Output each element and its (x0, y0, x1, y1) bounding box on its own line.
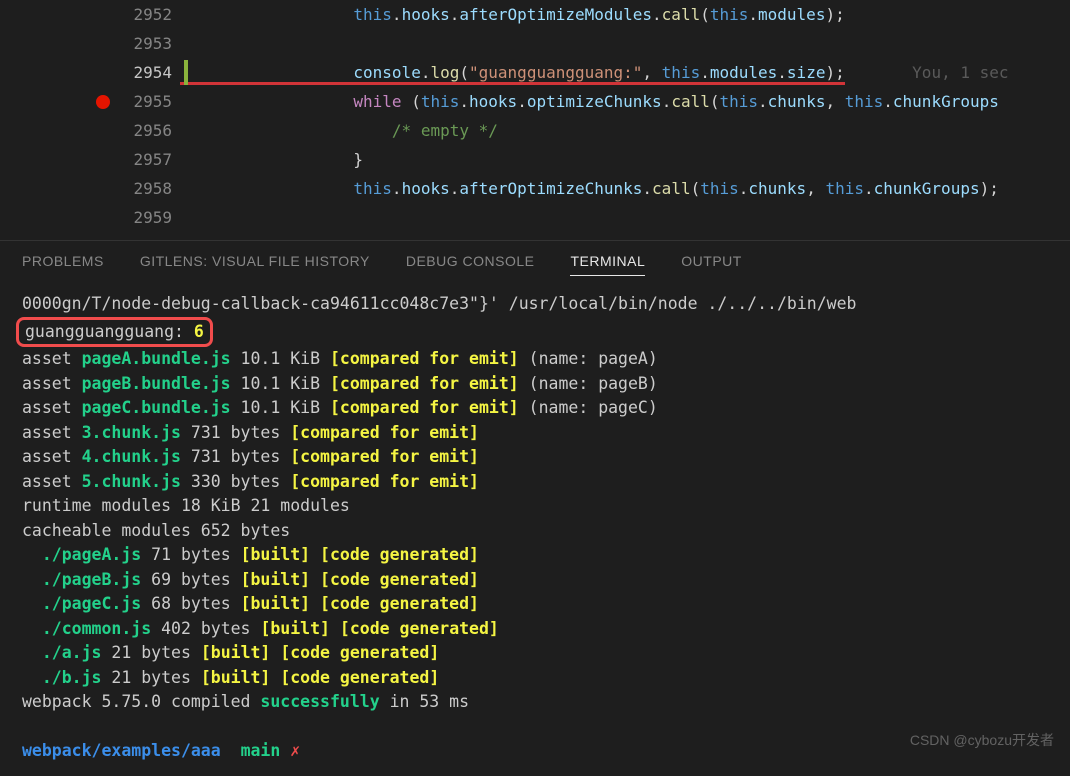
tab-output[interactable]: OUTPUT (681, 253, 742, 276)
code-content[interactable]: while (this.hooks.optimizeChunks.call(th… (180, 87, 999, 116)
code-content[interactable]: /* empty */ (180, 116, 498, 145)
line-number[interactable]: 2955 (0, 87, 180, 116)
code-line[interactable]: 2954 console.log("guangguangguang:", thi… (0, 58, 1070, 87)
highlighted-output: guangguangguang: 6 (16, 317, 213, 348)
code-editor[interactable]: 2952 this.hooks.afterOptimizeModules.cal… (0, 0, 1070, 240)
code-content[interactable]: this.hooks.afterOptimizeChunks.call(this… (180, 174, 999, 203)
code-line[interactable]: 2957 } (0, 145, 1070, 174)
line-number[interactable]: 2959 (0, 203, 180, 232)
code-line[interactable]: 2956 /* empty */ (0, 116, 1070, 145)
tab-terminal[interactable]: TERMINAL (570, 253, 645, 276)
line-number[interactable]: 2952 (0, 0, 180, 29)
watermark: CSDN @cybozu开发者 (910, 730, 1054, 750)
code-line[interactable]: 2952 this.hooks.afterOptimizeModules.cal… (0, 0, 1070, 29)
code-line[interactable]: 2953 (0, 29, 1070, 58)
code-line[interactable]: 2959 (0, 203, 1070, 232)
line-number[interactable]: 2956 (0, 116, 180, 145)
modified-line-indicator (184, 60, 188, 85)
code-content[interactable]: console.log("guangguangguang:", this.mod… (180, 58, 1009, 87)
line-number[interactable]: 2953 (0, 29, 180, 58)
terminal-output[interactable]: 0000gn/T/node-debug-callback-ca94611cc04… (0, 288, 1070, 768)
line-number[interactable]: 2958 (0, 174, 180, 203)
tab-gitlens[interactable]: GITLENS: VISUAL FILE HISTORY (140, 253, 370, 276)
code-line[interactable]: 2955 while (this.hooks.optimizeChunks.ca… (0, 87, 1070, 116)
bottom-panel: PROBLEMS GITLENS: VISUAL FILE HISTORY DE… (0, 240, 1070, 776)
line-number[interactable]: 2957 (0, 145, 180, 174)
tab-debug-console[interactable]: DEBUG CONSOLE (406, 253, 535, 276)
code-content[interactable]: } (180, 145, 363, 174)
breakpoint-icon[interactable] (96, 95, 110, 109)
code-content[interactable]: this.hooks.afterOptimizeModules.call(thi… (180, 0, 845, 29)
git-blame-annotation: You, 1 sec (912, 63, 1008, 82)
panel-tabs: PROBLEMS GITLENS: VISUAL FILE HISTORY DE… (0, 241, 1070, 288)
code-line[interactable]: 2958 this.hooks.afterOptimizeChunks.call… (0, 174, 1070, 203)
line-number[interactable]: 2954 (0, 58, 180, 87)
tab-problems[interactable]: PROBLEMS (22, 253, 104, 276)
